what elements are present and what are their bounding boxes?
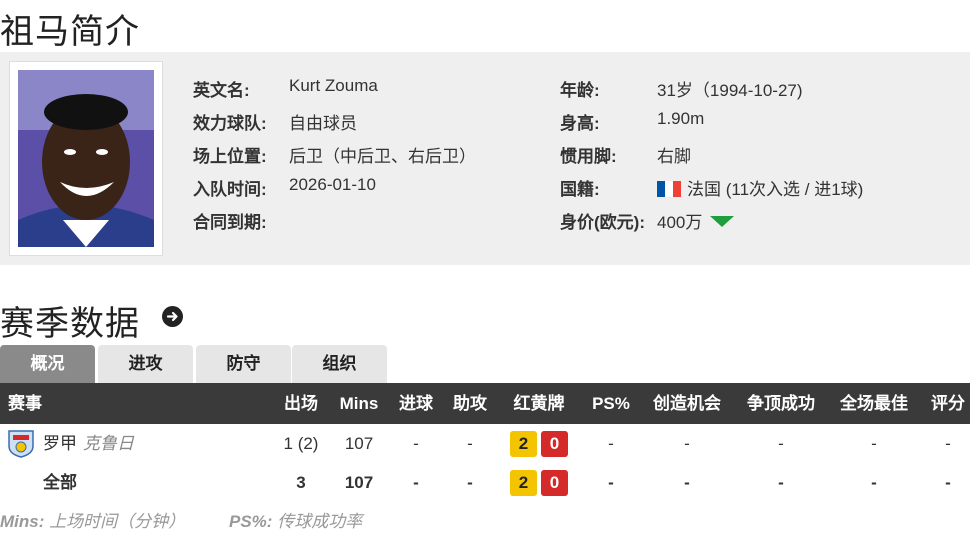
english-name: Kurt Zouma xyxy=(289,76,378,95)
goals-cell: - xyxy=(413,473,419,492)
profile-key: 身高: xyxy=(560,114,600,133)
assists-cell: - xyxy=(467,434,473,453)
player-photo xyxy=(9,61,163,256)
header-apps: 出场 xyxy=(284,394,318,413)
profile-key: 英文名: xyxy=(193,81,250,100)
header-rating: 评分 xyxy=(931,394,965,413)
profile-key: 合同到期: xyxy=(193,213,267,232)
header-mins: Mins xyxy=(339,394,379,413)
chances-cell: - xyxy=(684,473,690,492)
club-badge-icon xyxy=(8,430,34,458)
footnote-ps: PS%: 传球成功率 xyxy=(229,507,362,532)
cards-cell: 20 xyxy=(508,424,570,463)
profile-key: 身价(欧元): xyxy=(560,213,645,232)
tab-attack[interactable]: 进攻 xyxy=(98,345,193,383)
footnote-mins: Mins: 上场时间（分钟） xyxy=(0,507,185,532)
table-row[interactable]: 罗甲 克鲁日 1 (2) 107 - - 20 - - - - - xyxy=(0,424,970,463)
profile-key: 年龄: xyxy=(560,81,600,100)
aerials-cell: - xyxy=(778,473,784,492)
season-stats-title: 赛季数据 xyxy=(0,305,140,343)
table-row-total: 全部 3 107 - - 20 - - - - - xyxy=(0,463,970,502)
aerials-cell: - xyxy=(778,434,784,453)
nationality-text: 法国 (11次入选 / 进1球) xyxy=(687,180,864,199)
header-competition: 赛事 xyxy=(8,394,42,413)
profile-key: 入队时间: xyxy=(193,180,267,199)
yellow-card-count: 2 xyxy=(510,431,537,457)
header-cards: 红黄牌 xyxy=(513,394,565,413)
ps-cell: - xyxy=(608,434,614,453)
age: 31岁（1994-10-27) xyxy=(657,81,803,100)
rating-cell: - xyxy=(945,434,951,453)
tab-defense[interactable]: 防守 xyxy=(196,345,291,383)
profile-key: 场上位置: xyxy=(193,147,267,166)
total-label: 全部 xyxy=(43,473,77,492)
header-chances: 创造机会 xyxy=(653,394,721,413)
motm-cell: - xyxy=(871,473,877,492)
assists-cell: - xyxy=(467,473,473,492)
nationality: 法国 (11次入选 / 进1球) xyxy=(657,175,863,200)
position: 后卫（中后卫、右后卫） xyxy=(289,147,476,166)
stats-table-header: 赛事 出场 Mins 进球 助攻 红黄牌 PS% 创造机会 争顶成功 全场最佳 … xyxy=(0,383,970,424)
cards-cell: 20 xyxy=(508,463,570,502)
tab-overview[interactable]: 概况 xyxy=(0,345,95,383)
header-ps: PS% xyxy=(592,394,630,413)
red-card-count: 0 xyxy=(541,431,568,457)
goals-cell: - xyxy=(413,434,419,453)
apps-cell: 1 (2) xyxy=(283,434,319,453)
ps-cell: - xyxy=(608,473,614,492)
france-flag-icon xyxy=(657,181,681,197)
profile-key: 国籍: xyxy=(560,180,600,199)
player-profile-card: 英文名: Kurt Zouma 效力球队: 自由球员 场上位置: 后卫（中后卫、… xyxy=(0,52,970,265)
preferred-foot: 右脚 xyxy=(657,147,691,166)
header-motm: 全场最佳 xyxy=(840,394,908,413)
market-value: 400万 xyxy=(657,208,735,233)
market-value-text: 400万 xyxy=(657,213,703,232)
height: 1.90m xyxy=(657,109,705,128)
apps-cell: 3 xyxy=(296,473,306,492)
mins-cell: 107 xyxy=(344,473,374,492)
footnote-abbr: Mins: xyxy=(0,512,45,531)
profile-key: 惯用脚: xyxy=(560,147,617,166)
team-name[interactable]: 克鲁日 xyxy=(83,434,134,453)
league-name[interactable]: 罗甲 xyxy=(43,434,77,453)
motm-cell: - xyxy=(871,434,877,453)
profile-key: 效力球队: xyxy=(193,114,267,133)
down-triangle-icon xyxy=(710,216,735,227)
footnote-text: 传球成功率 xyxy=(277,512,363,531)
header-aerials: 争顶成功 xyxy=(747,394,815,413)
competition-cell[interactable]: 罗甲 克鲁日 xyxy=(43,424,134,463)
current-team: 自由球员 xyxy=(289,114,357,133)
header-goals: 进球 xyxy=(399,394,433,413)
player-avatar xyxy=(18,70,154,247)
join-date: 2026-01-10 xyxy=(289,175,376,194)
header-assists: 助攻 xyxy=(453,394,487,413)
footnote-text: 上场时间（分钟） xyxy=(49,512,186,531)
chances-cell: - xyxy=(684,434,690,453)
yellow-card-count: 2 xyxy=(510,470,537,496)
arrow-right-circle-icon[interactable] xyxy=(162,306,183,327)
rating-cell: - xyxy=(945,473,951,492)
tab-organize[interactable]: 组织 xyxy=(292,345,387,383)
mins-cell: 107 xyxy=(344,434,374,453)
page-title: 祖马简介 xyxy=(0,13,140,51)
footnote-abbr: PS%: xyxy=(229,512,273,531)
red-card-count: 0 xyxy=(541,470,568,496)
